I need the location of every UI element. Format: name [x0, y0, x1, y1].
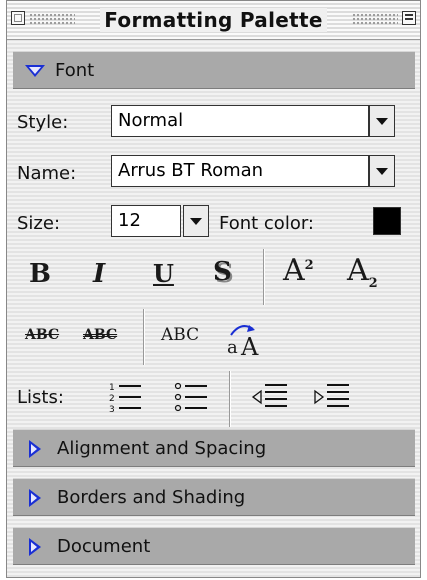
font-color-swatch[interactable] — [373, 207, 401, 235]
title-grip-right — [352, 13, 398, 25]
formatting-palette: Formatting Palette Font Style: Normal Na… — [6, 0, 421, 578]
toolbar-divider — [229, 371, 231, 427]
disclosure-collapsed-icon[interactable] — [29, 538, 41, 556]
disclosure-expanded-icon[interactable] — [25, 65, 45, 77]
decrease-indent-icon[interactable] — [251, 381, 291, 413]
double-strikethrough-button[interactable]: ABC — [83, 327, 117, 343]
style-dropdown[interactable]: Normal — [111, 105, 369, 137]
numbered-list-icon[interactable]: 1 2 3 — [107, 381, 143, 413]
toolbar-divider — [143, 309, 145, 365]
change-case-upper: A — [241, 333, 259, 361]
font-size-value: 12 — [118, 210, 141, 231]
bold-button[interactable]: B — [29, 259, 51, 289]
font-name-dropdown[interactable]: Arrus BT Roman — [111, 155, 369, 187]
disclosure-collapsed-icon[interactable] — [29, 489, 41, 507]
window-title: Formatting Palette — [100, 8, 327, 32]
increase-indent-icon[interactable] — [311, 381, 351, 413]
style-dropdown-arrow-icon[interactable] — [369, 105, 395, 137]
size-label: Size: — [17, 213, 61, 234]
name-label: Name: — [17, 163, 77, 184]
font-size-dropdown-arrow-icon[interactable] — [183, 205, 209, 237]
section-header-alignment-spacing[interactable]: Alignment and Spacing — [13, 429, 415, 467]
subscript-letter: A — [347, 253, 369, 288]
font-name-value: Arrus BT Roman — [118, 160, 264, 181]
small-caps-button[interactable]: ABC — [161, 325, 199, 345]
collapse-box-icon[interactable] — [402, 11, 416, 25]
font-size-field[interactable]: 12 — [111, 205, 181, 237]
underline-button[interactable]: U — [153, 259, 174, 288]
lists-label: Lists: — [17, 387, 64, 408]
section-header-font[interactable]: Font — [13, 51, 415, 89]
strikethrough-button[interactable]: ABC — [25, 327, 59, 343]
superscript-button[interactable]: A2 — [283, 253, 314, 288]
section-header-document[interactable]: Document — [13, 527, 415, 565]
section-label-document: Document — [57, 536, 151, 557]
svg-text:1: 1 — [109, 383, 115, 393]
italic-button[interactable]: I — [93, 259, 105, 289]
change-case-lower: a — [227, 337, 238, 358]
section-label-alignment-spacing: Alignment and Spacing — [57, 438, 267, 459]
change-case-button[interactable]: a A — [223, 319, 267, 361]
section-header-borders-shading[interactable]: Borders and Shading — [13, 478, 415, 516]
font-name-dropdown-arrow-icon[interactable] — [369, 155, 395, 187]
disclosure-collapsed-icon[interactable] — [29, 440, 41, 458]
subscript-button[interactable]: A2 — [347, 253, 378, 291]
section-label-font: Font — [55, 60, 95, 81]
svg-text:2: 2 — [109, 394, 115, 404]
style-value: Normal — [118, 110, 184, 131]
subscript-mark: 2 — [368, 276, 378, 291]
title-bar[interactable]: Formatting Palette — [7, 1, 420, 40]
section-label-borders-shading: Borders and Shading — [57, 487, 246, 508]
superscript-mark: 2 — [304, 258, 314, 273]
shadow-button[interactable]: S — [213, 257, 232, 287]
style-label: Style: — [17, 112, 69, 133]
superscript-letter: A — [283, 253, 305, 288]
svg-text:3: 3 — [109, 405, 115, 413]
bulleted-list-icon[interactable] — [173, 381, 209, 413]
font-color-label: Font color: — [219, 213, 314, 234]
toolbar-divider — [263, 249, 265, 305]
